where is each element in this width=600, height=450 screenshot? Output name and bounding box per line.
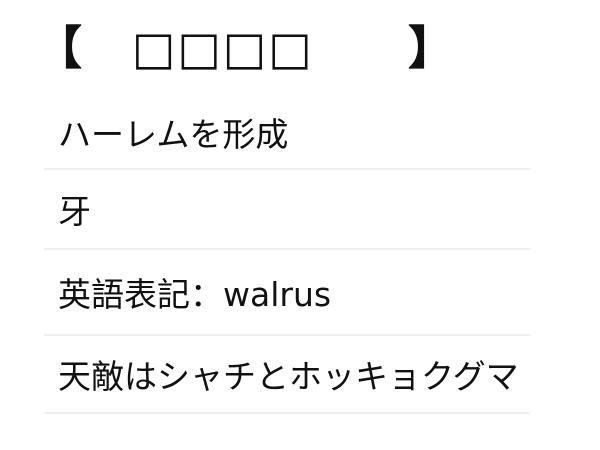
page-title: 【 □□□□ 】 bbox=[36, 14, 456, 82]
list-item: 天敵はシャチとホッキョクグマ bbox=[44, 336, 530, 414]
list-item-text: 牙 bbox=[58, 192, 91, 231]
list-item: 牙 bbox=[44, 170, 530, 250]
list-item-text: 天敵はシャチとホッキョクグマ bbox=[58, 357, 519, 396]
list-item-text: ハーレムを形成 bbox=[58, 115, 289, 154]
list-item: 英語表記：walrus bbox=[44, 250, 530, 336]
list-item-text: 英語表記：walrus bbox=[58, 275, 332, 314]
title-text: □□□□ bbox=[132, 21, 314, 75]
title-bracket-open: 【 bbox=[36, 21, 82, 75]
hint-list: ハーレムを形成 牙 英語表記：walrus 天敵はシャチとホッキョクグマ bbox=[44, 96, 530, 414]
list-item: ハーレムを形成 bbox=[44, 96, 530, 170]
title-bracket-close: 】 bbox=[408, 21, 454, 75]
